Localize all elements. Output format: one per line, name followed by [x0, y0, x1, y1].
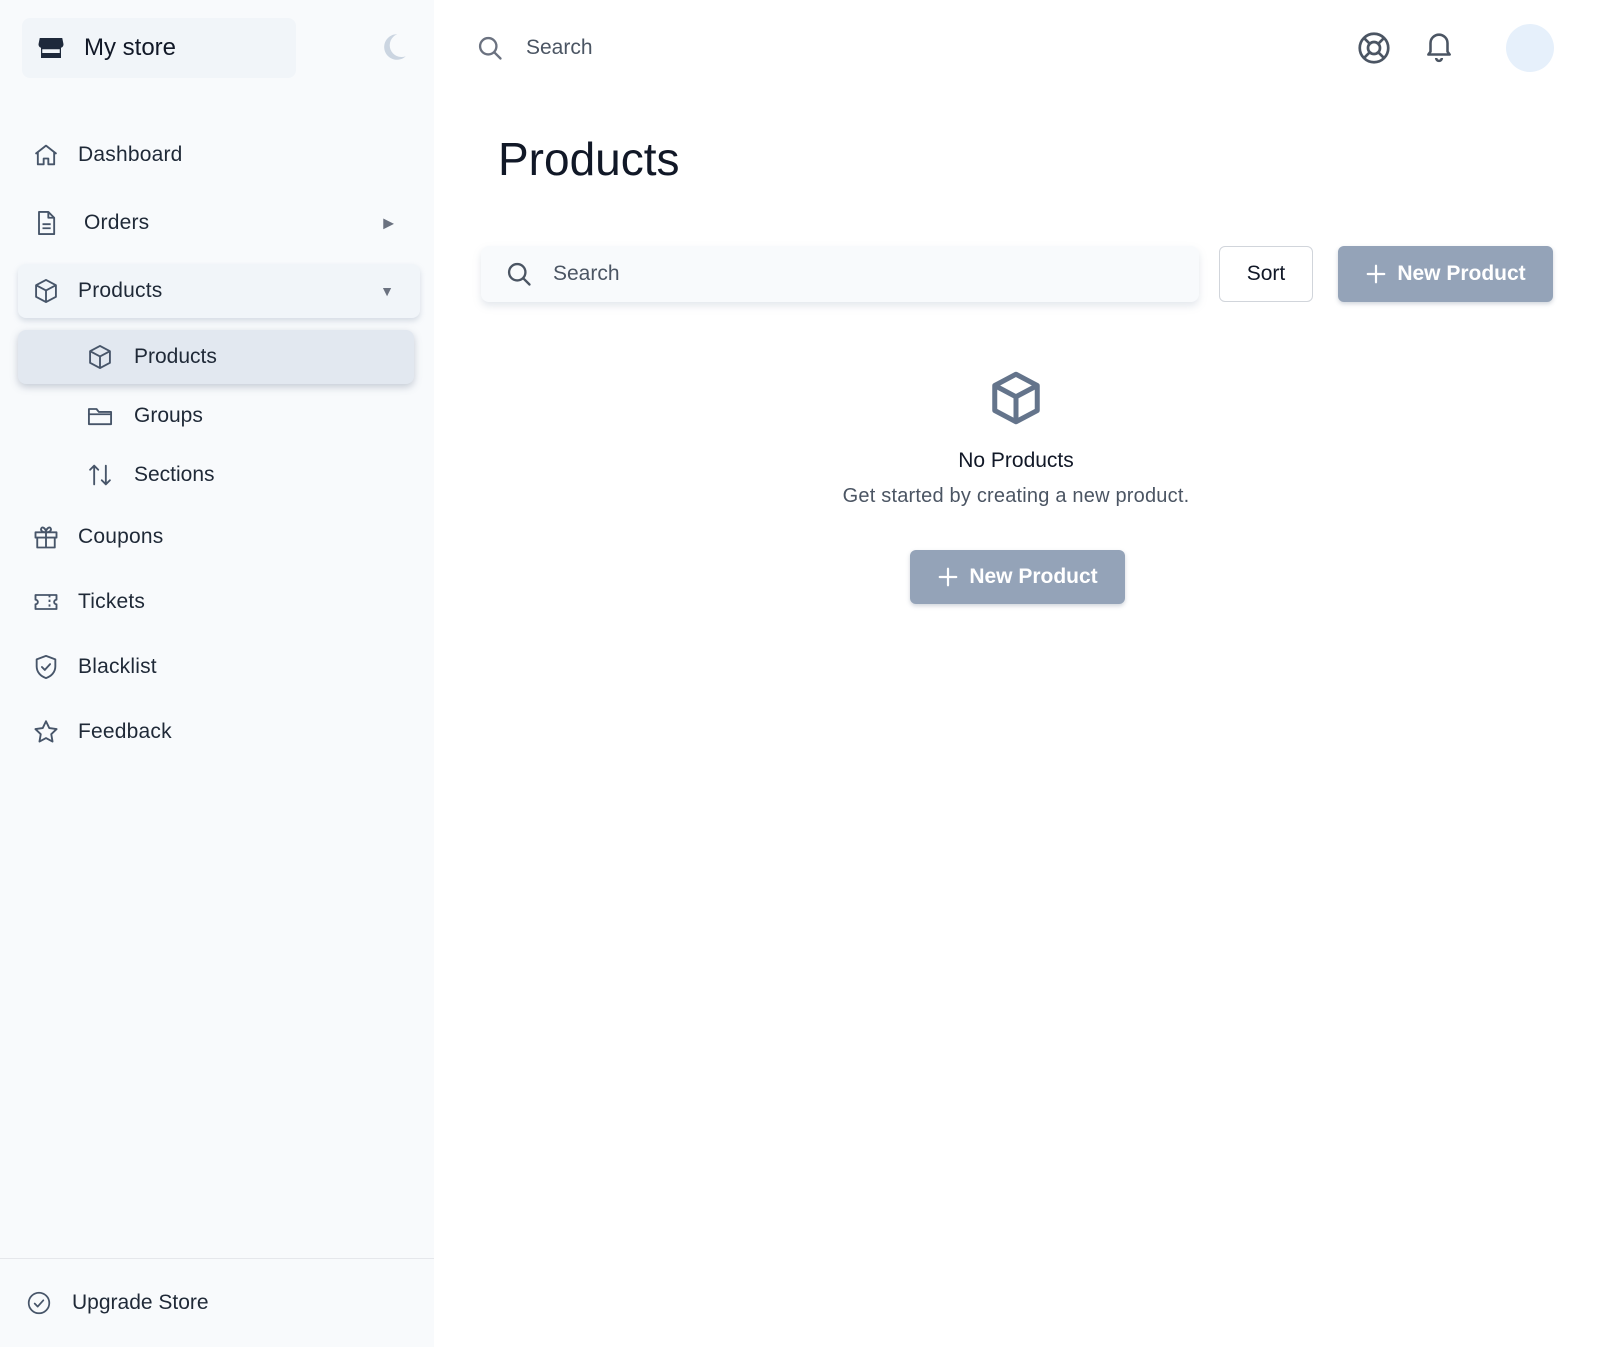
cube-icon [986, 368, 1046, 428]
gift-icon [32, 523, 60, 551]
header-search [476, 28, 876, 68]
check-circle-icon [26, 1290, 52, 1316]
sort-button[interactable]: Sort [1219, 246, 1313, 302]
empty-state-subtitle: Get started by creating a new product. [842, 485, 1190, 507]
products-search [481, 246, 1199, 302]
nav-item-dashboard[interactable]: Dashboard [18, 128, 420, 182]
sub-item-products[interactable]: Products [18, 330, 414, 384]
store-switcher[interactable]: My store [22, 18, 296, 78]
plus-icon [1365, 263, 1387, 285]
upgrade-store-link[interactable]: Upgrade Store [0, 1258, 434, 1347]
document-icon [32, 209, 60, 237]
store-name: My store [84, 34, 177, 61]
upgrade-store-label: Upgrade Store [72, 1291, 209, 1314]
header-search-input[interactable] [526, 36, 846, 60]
nav-label-dashboard: Dashboard [78, 143, 183, 166]
moon-icon[interactable] [376, 30, 410, 64]
cube-icon [32, 277, 60, 305]
empty-state-title: No Products [958, 449, 1074, 472]
nav-item-blacklist[interactable]: Blacklist [18, 640, 420, 694]
chevron-right-icon[interactable]: ▶ [383, 215, 394, 232]
new-product-label: New Product [1397, 262, 1526, 285]
lifebuoy-icon[interactable] [1356, 30, 1392, 66]
search-icon [505, 260, 533, 288]
star-icon [32, 718, 60, 746]
empty-new-product-label: New Product [969, 565, 1098, 588]
shield-check-icon [32, 653, 60, 681]
sub-item-groups[interactable]: Groups [18, 389, 414, 443]
nav-item-coupons[interactable]: Coupons [18, 510, 420, 564]
store-icon [36, 33, 66, 63]
nav-label-blacklist: Blacklist [78, 655, 157, 678]
empty-new-product-button[interactable]: New Product [910, 550, 1125, 604]
chevron-down-icon[interactable]: ▼ [380, 283, 394, 299]
sub-item-sections[interactable]: Sections [18, 448, 414, 502]
nav-label-products: Products [78, 279, 163, 302]
avatar[interactable] [1506, 24, 1554, 72]
nav-label-coupons: Coupons [78, 525, 164, 548]
sub-label-groups: Groups [134, 404, 203, 427]
nav-label-tickets: Tickets [78, 590, 146, 613]
search-icon [476, 34, 504, 62]
bell-icon[interactable] [1422, 28, 1456, 64]
nav-label-orders: Orders [84, 211, 150, 234]
page-title: Products [498, 133, 680, 185]
sub-label-products: Products [134, 345, 217, 368]
nav-label-feedback: Feedback [78, 720, 172, 743]
nav-item-products[interactable]: Products ▼ [18, 264, 420, 318]
cube-icon [86, 343, 114, 371]
nav-item-orders[interactable]: Orders ▶ [18, 196, 420, 250]
new-product-button[interactable]: New Product [1338, 246, 1553, 302]
nav-item-feedback[interactable]: Feedback [18, 705, 420, 759]
plus-icon [937, 566, 959, 588]
folder-icon [86, 402, 114, 430]
sidebar: My store Dashboard Orders ▶ Products ▼ P… [0, 0, 434, 1347]
sub-label-sections: Sections [134, 463, 215, 486]
arrows-up-down-icon [86, 461, 114, 489]
products-search-input[interactable] [553, 262, 1153, 286]
nav-item-tickets[interactable]: Tickets [18, 575, 420, 629]
ticket-icon [32, 588, 60, 616]
home-icon [32, 141, 60, 169]
